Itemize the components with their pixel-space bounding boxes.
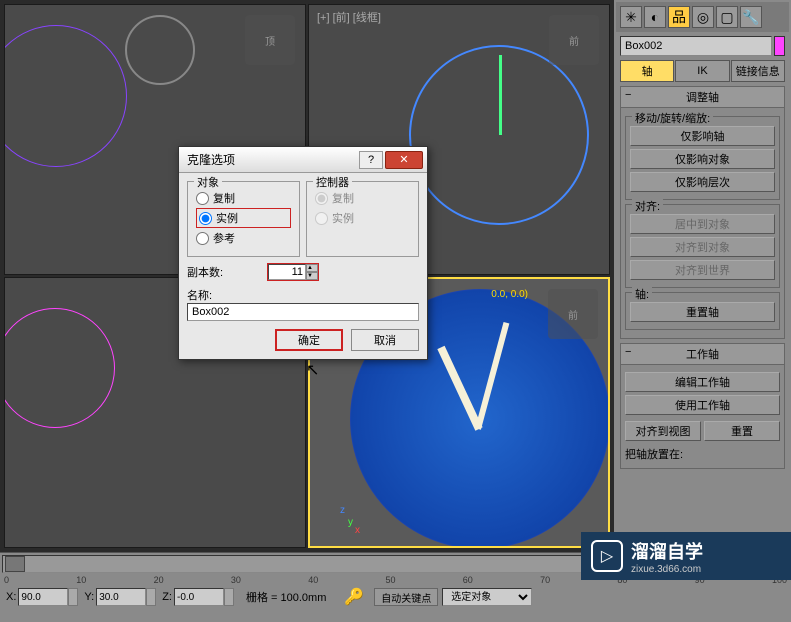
- ctrl-instance-radio: 实例: [315, 208, 410, 228]
- ik-tab[interactable]: IK: [675, 60, 729, 82]
- autokey-button[interactable]: 自动关键点: [374, 588, 438, 606]
- cancel-button[interactable]: 取消: [351, 329, 419, 351]
- motion-tab-icon[interactable]: ◎: [692, 6, 714, 28]
- watermark: ▷ 溜溜自学 zixue.3d66.com: [581, 532, 791, 580]
- copies-label: 副本数:: [187, 264, 267, 280]
- place-pivot-label: 把轴放置在:: [625, 444, 780, 464]
- y-label: Y:: [82, 591, 96, 603]
- group-label: 对齐:: [632, 198, 663, 214]
- use-working-pivot-button[interactable]: 使用工作轴: [625, 395, 780, 415]
- axis-gizmo: z x y: [320, 496, 360, 536]
- dialog-help-button[interactable]: ?: [359, 151, 383, 169]
- object-group: 对象 复制 实例 参考: [187, 181, 300, 257]
- utilities-tab-icon[interactable]: 🔧: [740, 6, 762, 28]
- affect-object-button[interactable]: 仅影响对象: [630, 149, 775, 169]
- name-label: 名称:: [187, 287, 419, 303]
- y-coord-input[interactable]: [96, 588, 146, 606]
- reset-button[interactable]: 重置: [704, 421, 780, 441]
- clone-name-input[interactable]: [187, 303, 419, 321]
- link-info-tab[interactable]: 链接信息: [731, 60, 785, 82]
- object-name-input[interactable]: [620, 36, 772, 56]
- timeline-marker[interactable]: [5, 556, 25, 572]
- grid-readout: 栅格 = 100.0mm: [238, 589, 334, 605]
- ctrl-copy-radio: 复制: [315, 188, 410, 208]
- viewcube-top[interactable]: 顶: [245, 15, 295, 65]
- group-label: 轴:: [632, 286, 652, 302]
- spinner-icon[interactable]: [146, 588, 156, 606]
- controller-group: 控制器 复制 实例: [306, 181, 419, 257]
- watermark-url: zixue.3d66.com: [631, 564, 703, 575]
- viewport-label[interactable]: [+] [前] [线框]: [317, 9, 381, 25]
- group-label: 移动/旋转/缩放:: [632, 110, 713, 126]
- align-view-button[interactable]: 对齐到视图: [625, 421, 701, 441]
- play-icon: ▷: [591, 540, 623, 572]
- align-world-button[interactable]: 对齐到世界: [630, 260, 775, 280]
- group-label: 控制器: [313, 174, 352, 190]
- instance-radio[interactable]: 实例: [196, 208, 291, 228]
- reset-pivot-button[interactable]: 重置轴: [630, 302, 775, 322]
- dialog-close-button[interactable]: ✕: [385, 151, 423, 169]
- edit-working-pivot-button[interactable]: 编辑工作轴: [625, 372, 780, 392]
- viewcube-persp[interactable]: 前: [548, 289, 598, 339]
- command-panel: ✳ ◐ 品 ◎ ▢ 🔧 轴 IK 链接信息 调整轴 移动/旋转/缩放: 仅影响轴: [614, 0, 791, 552]
- object-color-swatch[interactable]: [774, 36, 785, 56]
- rollout-header[interactable]: 工作轴: [621, 344, 784, 365]
- viewcube-front[interactable]: 前: [549, 15, 599, 65]
- z-label: Z:: [160, 591, 174, 603]
- coordinate-readout: 0.0, 0.0): [491, 289, 528, 300]
- watermark-text: 溜溜自学: [631, 538, 703, 564]
- copy-radio[interactable]: 复制: [196, 188, 291, 208]
- shape-wireframe: [4, 308, 115, 428]
- ok-button[interactable]: 确定: [275, 329, 343, 351]
- modify-tab-icon[interactable]: ◐: [644, 6, 666, 28]
- create-tab-icon[interactable]: ✳: [620, 6, 642, 28]
- z-coord-input[interactable]: [174, 588, 224, 606]
- x-coord-input[interactable]: [18, 588, 68, 606]
- spinner-up-icon[interactable]: ▲: [306, 264, 318, 272]
- rollout-header[interactable]: 调整轴: [621, 87, 784, 108]
- display-tab-icon[interactable]: ▢: [716, 6, 738, 28]
- center-object-button[interactable]: 居中到对象: [630, 214, 775, 234]
- command-panel-tabs: ✳ ◐ 品 ◎ ▢ 🔧: [616, 2, 789, 32]
- reference-radio[interactable]: 参考: [196, 228, 291, 248]
- spinner-down-icon[interactable]: ▼: [306, 272, 318, 280]
- x-label: X:: [4, 591, 18, 603]
- spinner-icon[interactable]: [68, 588, 78, 606]
- group-label: 对象: [194, 174, 222, 190]
- dialog-title: 克隆选项: [183, 151, 359, 168]
- affect-pivot-button[interactable]: 仅影响轴: [630, 126, 775, 146]
- clock-hand: [499, 55, 502, 135]
- clone-options-dialog: 克隆选项 ? ✕ 对象 复制 实例 参考 控制器 复制 实例 副本数: ▲: [178, 146, 428, 360]
- keymode-dropdown[interactable]: 选定对象: [442, 588, 532, 606]
- adjust-pivot-rollout: 调整轴 移动/旋转/缩放: 仅影响轴 仅影响对象 仅影响层次 对齐: 居中到对象…: [620, 86, 785, 339]
- pivot-tab[interactable]: 轴: [620, 60, 674, 82]
- align-object-button[interactable]: 对齐到对象: [630, 237, 775, 257]
- affect-hierarchy-button[interactable]: 仅影响层次: [630, 172, 775, 192]
- copies-input[interactable]: [268, 264, 306, 280]
- key-icon[interactable]: 🔑: [338, 587, 370, 607]
- hierarchy-tab-icon[interactable]: 品: [668, 6, 690, 28]
- spinner-icon[interactable]: [224, 588, 234, 606]
- copies-spinner[interactable]: ▲ ▼: [267, 263, 319, 281]
- dialog-titlebar[interactable]: 克隆选项 ? ✕: [179, 147, 427, 173]
- view-gizmo[interactable]: [125, 15, 195, 85]
- working-pivot-rollout: 工作轴 编辑工作轴 使用工作轴 对齐到视图 重置 把轴放置在:: [620, 343, 785, 469]
